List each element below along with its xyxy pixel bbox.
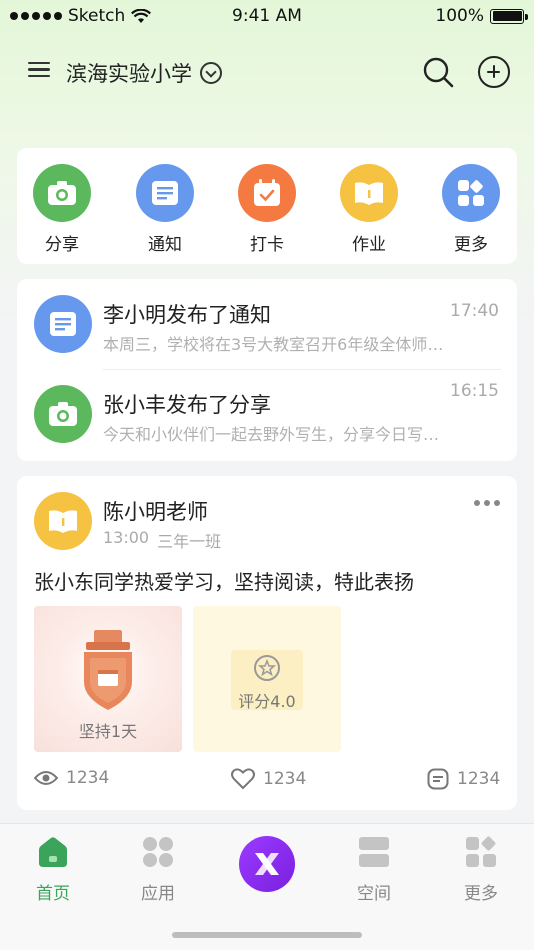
tab-label: 首页 [36, 884, 70, 904]
notice-time: 17:40 [450, 301, 499, 321]
tab-bar: 首页 应用 空间 更多 [0, 823, 534, 950]
post-author[interactable]: 陈小明老师 [103, 496, 208, 526]
like-count: 1234 [263, 769, 307, 789]
post-stats: 1234 1234 1234 [17, 768, 517, 796]
apps-icon [143, 837, 173, 867]
notice-item[interactable]: 李小明发布了通知 17:40 本周三，学校将在3号大教室召开6年级全体师… [17, 279, 517, 370]
school-selector[interactable]: 滨海实验小学 [66, 58, 222, 88]
tab-label: 应用 [141, 884, 175, 904]
apps-icon [442, 164, 500, 222]
view-count-value: 1234 [66, 768, 110, 788]
notices-card: 李小明发布了通知 17:40 本周三，学校将在3号大教室召开6年级全体师… 张小… [17, 279, 517, 461]
view-count: 1234 [34, 768, 109, 788]
quick-action-label: 打卡 [250, 235, 284, 255]
status-right: 100% [435, 6, 528, 26]
calendar-check-icon [238, 164, 296, 222]
camera-icon [34, 385, 92, 443]
book-icon [340, 164, 398, 222]
quick-action-label: 通知 [148, 235, 182, 255]
post-time: 13:00 [103, 528, 150, 547]
heart-icon [231, 768, 255, 790]
notice-title: 李小明发布了通知 [103, 303, 271, 327]
app-header: 滨海实验小学 [0, 50, 534, 94]
comment-icon [427, 768, 449, 790]
quick-action-notice[interactable]: 通知 [125, 164, 205, 255]
home-icon [39, 837, 67, 867]
camera-icon [33, 164, 91, 222]
quick-action-more[interactable]: 更多 [431, 164, 511, 255]
notice-desc: 本周三，学校将在3号大教室召开6年级全体师… [103, 335, 444, 354]
image-label: 评分4.0 [238, 692, 296, 711]
quick-action-share[interactable]: 分享 [22, 164, 102, 255]
image-label: 坚持1天 [78, 722, 138, 741]
tab-apps[interactable]: 应用 [118, 836, 198, 904]
more-options-icon[interactable] [474, 500, 500, 506]
space-icon [359, 837, 389, 867]
chevron-down-icon [200, 62, 222, 84]
school-name: 滨海实验小学 [66, 62, 192, 86]
post-class: 三年一班 [157, 532, 222, 551]
post-card: 陈小明老师 13:00 三年一班 张小东同学热爱学习，坚持阅读，特此表扬 坚持1… [17, 476, 517, 810]
tab-label: 更多 [464, 884, 498, 904]
menu-icon[interactable] [28, 58, 52, 82]
notice-icon [136, 164, 194, 222]
post-image[interactable]: 坚持1天 [34, 606, 182, 752]
tab-space[interactable]: 空间 [334, 836, 414, 904]
quick-action-label: 作业 [352, 235, 386, 255]
notice-desc: 今天和小伙伴们一起去野外写生，分享今日写… [103, 425, 440, 444]
status-bar: Sketch 9:41 AM 100% [0, 0, 534, 32]
eye-icon [34, 771, 58, 785]
quick-action-label: 分享 [45, 235, 79, 255]
x-logo-icon[interactable] [239, 836, 295, 892]
comment-button[interactable]: 1234 [427, 768, 500, 790]
add-icon[interactable] [478, 56, 510, 88]
notice-title: 张小丰发布了分享 [103, 393, 271, 417]
notice-time: 16:15 [450, 381, 499, 401]
tab-more[interactable]: 更多 [441, 836, 521, 904]
comment-count: 1234 [457, 769, 501, 789]
battery-percent: 100% [435, 6, 484, 26]
more-icon [466, 836, 496, 867]
home-indicator [172, 932, 362, 938]
search-icon[interactable] [422, 56, 454, 88]
notice-icon [34, 295, 92, 353]
post-text: 张小东同学热爱学习，坚持阅读，特此表扬 [34, 570, 414, 594]
book-icon [34, 492, 92, 550]
quick-action-label: 更多 [454, 235, 488, 255]
star-badge-icon [254, 655, 280, 681]
post-image[interactable]: 评分4.0 [193, 606, 341, 752]
quick-action-checkin[interactable]: 打卡 [227, 164, 307, 255]
tab-home[interactable]: 首页 [13, 836, 93, 904]
quick-actions-card: 分享 通知 打卡 作业 更多 [17, 148, 517, 264]
notice-item[interactable]: 张小丰发布了分享 16:15 今天和小伙伴们一起去野外写生，分享今日写… [17, 369, 517, 459]
tab-label: 空间 [357, 884, 391, 904]
battery-icon [490, 8, 528, 24]
medal-icon [84, 630, 132, 710]
post-meta: 13:00 三年一班 [103, 528, 221, 552]
like-button[interactable]: 1234 [231, 768, 306, 790]
quick-action-homework[interactable]: 作业 [329, 164, 409, 255]
